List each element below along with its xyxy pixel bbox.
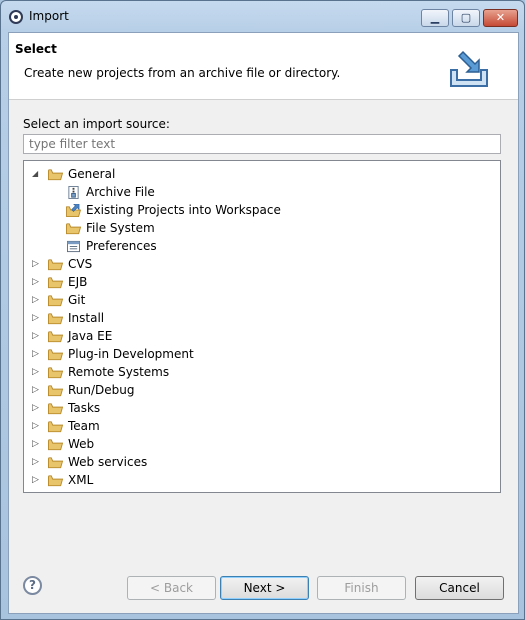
tree-item-label: Archive File: [86, 185, 155, 199]
expand-arrow-icon[interactable]: ▷: [32, 363, 42, 381]
tree-item-label: EJB: [68, 275, 88, 289]
import-source-label: Select an import source:: [23, 117, 170, 131]
tree-item-label: Java EE: [68, 329, 113, 343]
cancel-button[interactable]: Cancel: [415, 576, 504, 600]
wizard-banner: Select Create new projects from an archi…: [9, 33, 518, 100]
preferences-icon: [66, 240, 81, 253]
folder-icon: [48, 366, 64, 379]
folder-icon: [66, 222, 82, 235]
folder-icon: [48, 420, 64, 433]
tree-item-label: Existing Projects into Workspace: [86, 201, 281, 219]
folder-icon: [48, 294, 64, 307]
expand-arrow-icon[interactable]: ▷: [32, 417, 42, 435]
finish-button[interactable]: Finish: [317, 576, 406, 600]
tree-item-label: Plug-in Development: [68, 347, 194, 361]
existing-projects-icon: [66, 203, 82, 217]
expand-arrow-icon[interactable]: ▷: [32, 309, 42, 327]
help-icon[interactable]: ?: [23, 576, 42, 595]
minimize-button[interactable]: ▁: [421, 9, 449, 27]
tree-item-label: CVS: [68, 257, 93, 271]
expand-arrow-icon[interactable]: ▷: [32, 471, 42, 489]
import-wizard-icon: [450, 50, 488, 87]
folder-icon: [48, 258, 64, 271]
collapse-arrow-icon[interactable]: ◢: [32, 165, 42, 183]
next-button[interactable]: Next >: [220, 576, 309, 600]
folder-icon: [48, 384, 64, 397]
expand-arrow-icon[interactable]: ▷: [32, 399, 42, 417]
maximize-button[interactable]: ▢: [452, 9, 480, 27]
expand-arrow-icon[interactable]: ▷: [32, 327, 42, 345]
filter-input[interactable]: [23, 134, 501, 154]
tree-item-label: Web services: [68, 455, 148, 469]
expand-arrow-icon[interactable]: ▷: [32, 273, 42, 291]
eclipse-app-icon: [9, 10, 23, 24]
tree-item-label: Preferences: [86, 239, 157, 253]
folder-icon: [48, 312, 64, 325]
folder-icon: [48, 276, 64, 289]
tree-item-label: General: [68, 167, 116, 181]
tree-item-label: Web: [68, 437, 95, 451]
wizard-page-title: Select: [15, 42, 57, 56]
folder-icon: [48, 474, 64, 487]
tree-item-label: Team: [68, 419, 100, 433]
title-bar[interactable]: Import ▁ ▢ ✕: [1, 1, 524, 33]
tree-item-label: Run/Debug: [68, 383, 135, 397]
window-title: Import: [29, 9, 69, 23]
folder-icon: [48, 330, 64, 343]
dialog-client-area: Select Create new projects from an archi…: [8, 32, 519, 614]
expand-arrow-icon[interactable]: ▷: [32, 255, 42, 273]
tree-item-label: Install: [68, 311, 105, 325]
tree-item-label: Tasks: [68, 401, 101, 415]
expand-arrow-icon[interactable]: ▷: [32, 345, 42, 363]
expand-arrow-icon[interactable]: ▷: [32, 435, 42, 453]
folder-icon: [48, 456, 64, 469]
back-button[interactable]: < Back: [127, 576, 216, 600]
folder-icon: [48, 438, 64, 451]
archive-file-icon: [66, 186, 81, 199]
folder-icon: [48, 168, 64, 181]
tree-item-label: Remote Systems: [68, 365, 170, 379]
tree-item-label: XML: [68, 473, 94, 487]
import-source-tree[interactable]: ◢ General Archive File Existing Projects in…: [23, 160, 501, 493]
expand-arrow-icon[interactable]: ▷: [32, 381, 42, 399]
folder-icon: [48, 402, 64, 415]
import-dialog: Import ▁ ▢ ✕ Select Create new projects …: [0, 0, 525, 620]
tree-item-label: Git: [68, 293, 86, 307]
expand-arrow-icon[interactable]: ▷: [32, 453, 42, 471]
wizard-page-description: Create new projects from an archive file…: [24, 66, 341, 80]
expand-arrow-icon[interactable]: ▷: [32, 291, 42, 309]
tree-item-label: File System: [86, 221, 155, 235]
close-button[interactable]: ✕: [483, 9, 518, 27]
folder-icon: [48, 348, 64, 361]
